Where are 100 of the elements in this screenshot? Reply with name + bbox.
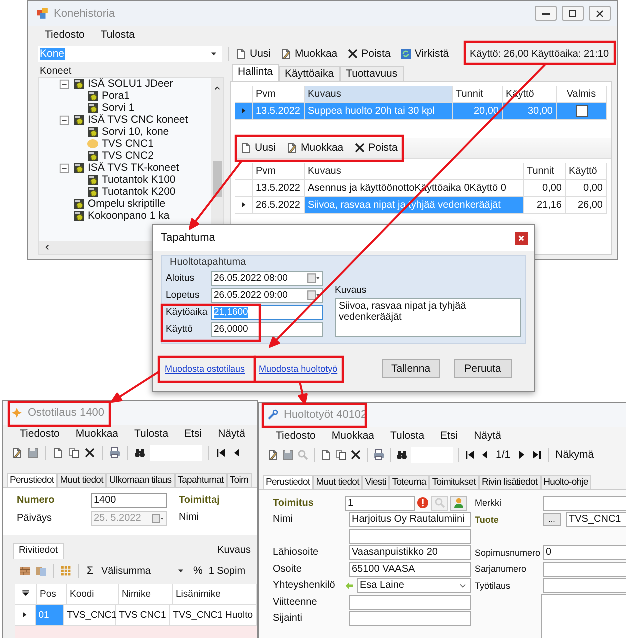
row-header-cell[interactable]	[235, 103, 253, 120]
sum-button[interactable]: Σ	[85, 565, 96, 577]
tab[interactable]: Toimitukset	[429, 475, 480, 489]
tab[interactable]: Rivitiedot	[13, 543, 64, 559]
tab[interactable]: Perustiedot	[7, 473, 58, 487]
link[interactable]: Muodosta ostotilaus	[165, 364, 246, 374]
dialog-button[interactable]: Peruuta	[454, 359, 512, 378]
tab[interactable]: Perustiedot	[263, 475, 314, 489]
save-icon[interactable]	[27, 447, 39, 459]
column-header[interactable]: Koodi	[67, 584, 119, 605]
row-header-cell[interactable]	[235, 180, 253, 197]
tab[interactable]: Toim	[226, 473, 252, 487]
edit-icon[interactable]	[11, 447, 23, 459]
menu-item[interactable]: Tulosta	[100, 29, 135, 41]
tree-item[interactable]: TVS CNC2	[102, 150, 154, 162]
tab[interactable]: Muut tiedot	[57, 473, 106, 487]
first-record-icon[interactable]	[464, 449, 476, 461]
tree-item[interactable]: ISÄ TVS TK-koneet	[88, 162, 180, 174]
printer-icon[interactable]	[109, 447, 121, 459]
tree-item[interactable]: Pora1	[102, 90, 130, 102]
toolbar-button[interactable]: Uusi	[237, 141, 280, 155]
scroll-up-icon[interactable]	[212, 84, 222, 93]
scroll-left-icon[interactable]	[43, 243, 52, 252]
save-icon[interactable]	[282, 449, 294, 461]
tab[interactable]: Ulkomaan tilaus	[106, 473, 175, 487]
menu-item[interactable]: Näytä	[218, 428, 246, 440]
input-field[interactable]: Harjoitus Oy Rautalumiini	[349, 512, 471, 528]
filter-icon[interactable]	[20, 589, 30, 599]
delete-icon[interactable]	[350, 449, 362, 461]
column-header[interactable]: Tunnit	[524, 163, 566, 180]
input-field[interactable]	[543, 562, 626, 577]
column-header[interactable]: Nimike	[119, 584, 173, 605]
binoculars-icon[interactable]	[396, 449, 408, 461]
date-time-field[interactable]: 26.05.2022 08:00	[211, 271, 323, 286]
tab[interactable]: Muut tiedot	[313, 475, 362, 489]
tree-item[interactable]: ISÄ SOLU1 JDeer	[88, 78, 174, 90]
menu-item[interactable]: Tiedosto	[276, 430, 316, 442]
input-field[interactable]	[349, 528, 471, 544]
delete-icon[interactable]	[84, 447, 96, 459]
menu-item[interactable]: Tiedosto	[45, 29, 85, 41]
tab[interactable]: Viesti	[362, 475, 390, 489]
tree-item[interactable]: Kokoonpano 1 ka	[88, 210, 170, 222]
subtotal-combo[interactable]: Välisumma	[100, 566, 188, 576]
tree-item[interactable]: TVS CNC1	[102, 138, 154, 150]
new-document-icon[interactable]	[52, 447, 64, 459]
toolbar-button[interactable]: Muokkaa	[277, 47, 341, 61]
percent-button[interactable]: %	[192, 565, 205, 577]
tab[interactable]: Hallinta	[232, 64, 280, 81]
input-field[interactable]: 26,0000	[211, 322, 323, 337]
tree-item[interactable]: ISÄ TVS CNC koneet	[88, 114, 188, 126]
column-header[interactable]: Lisänimike	[173, 584, 257, 605]
tab[interactable]: Tuottavuus	[340, 66, 404, 81]
menu-item[interactable]: Etsi	[184, 428, 202, 440]
tree-item[interactable]: Sorvi 1	[102, 102, 135, 114]
calendar-icon[interactable]	[307, 289, 320, 302]
menu-item[interactable]: Muokkaa	[332, 430, 374, 442]
column-header[interactable]: Pvm	[253, 163, 305, 180]
contact-combo[interactable]: Esa Laine	[357, 578, 471, 594]
tree-item[interactable]: Sorvi 10, kone	[102, 126, 170, 138]
menu-item[interactable]: Muokkaa	[76, 428, 118, 440]
description-field[interactable]: Siivoa, rasvaa nipat ja tyhjää vedenkerääjät	[335, 298, 521, 337]
collapse-icon[interactable]	[59, 162, 70, 174]
toolbar-button[interactable]: Uusi	[232, 47, 274, 61]
row-header-cell[interactable]	[235, 197, 253, 214]
tree-item[interactable]: Tuotantok K200	[102, 186, 176, 198]
collapse-icon[interactable]	[59, 114, 70, 126]
collapse-icon[interactable]	[59, 78, 70, 90]
edit-icon[interactable]	[267, 449, 279, 461]
tab[interactable]: Tapahtumat	[174, 473, 227, 487]
scroll-thumb[interactable]	[212, 161, 222, 197]
menu-item[interactable]: Tulosta	[134, 428, 169, 440]
menu-item[interactable]: Etsi	[440, 430, 458, 442]
last-record-icon[interactable]	[530, 449, 543, 461]
input-field[interactable]	[349, 611, 471, 626]
tab[interactable]: Käyttöaika	[279, 66, 340, 81]
close-button[interactable]	[515, 232, 528, 244]
close-button[interactable]	[589, 6, 611, 21]
toolbar-button[interactable]: Poista	[350, 141, 401, 155]
browse-button[interactable]: ...	[543, 513, 561, 526]
toolbar-button[interactable]: Poista	[344, 47, 394, 61]
dialog-button[interactable]: Tallenna	[382, 359, 440, 378]
tree-item[interactable]: Ompelu skriptille	[88, 198, 166, 210]
toolbar-button[interactable]: Virkistä	[396, 47, 452, 61]
tree-item[interactable]: Tuotantok K100	[102, 174, 176, 186]
binoculars-icon[interactable]	[134, 447, 146, 459]
input-field[interactable]	[349, 594, 471, 610]
input-field[interactable]: TVS_CNC1	[566, 512, 626, 528]
view-label[interactable]: Näkymä	[554, 449, 596, 461]
date-time-field[interactable]: 26.05.2022 09:00	[211, 288, 323, 303]
input-field[interactable]: 1	[345, 496, 415, 511]
input-field[interactable]: Vaasanpuistikko 20	[349, 545, 471, 560]
menu-item[interactable]: Tiedosto	[20, 428, 60, 440]
person-button[interactable]	[450, 496, 467, 511]
menu-item[interactable]: Tulosta	[390, 430, 425, 442]
copy-icon[interactable]	[335, 449, 347, 461]
toolbar-button[interactable]: Muokkaa	[283, 141, 347, 155]
tab[interactable]: Huolto-ohje	[540, 475, 592, 489]
input-field[interactable]: 0	[543, 545, 626, 560]
new-document-icon[interactable]	[320, 449, 332, 461]
input-field[interactable]	[543, 578, 626, 594]
